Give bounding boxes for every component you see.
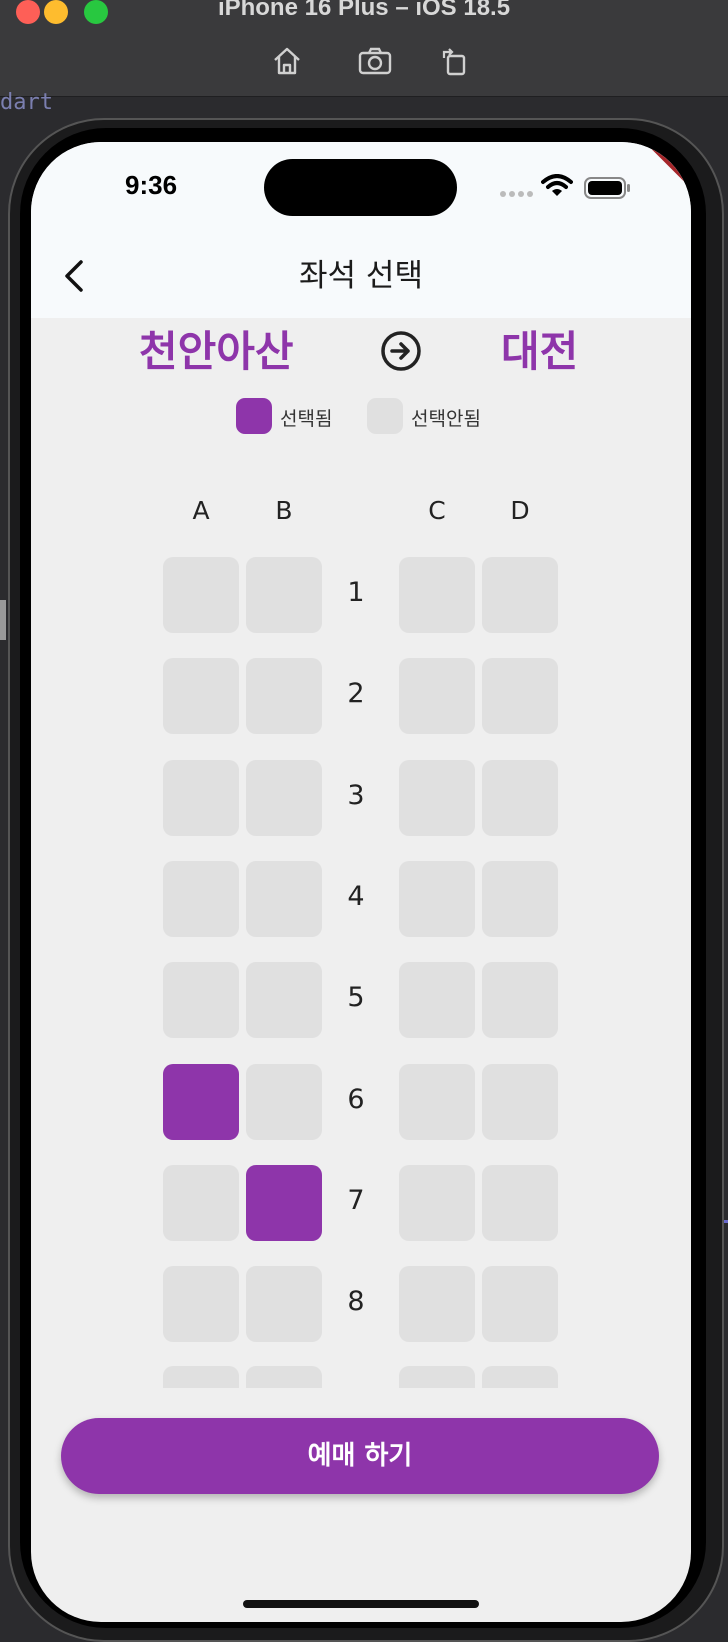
- seat-6d[interactable]: [482, 1063, 558, 1140]
- seat-8b[interactable]: [246, 1266, 322, 1343]
- row-number: 5: [347, 982, 365, 1014]
- seat-5b[interactable]: [246, 962, 322, 1039]
- status-time: 9:36: [125, 170, 178, 200]
- legend-unselected-swatch: [367, 398, 403, 434]
- seat-2d[interactable]: [482, 658, 558, 735]
- seat-7b[interactable]: [246, 1164, 322, 1241]
- seat-2a[interactable]: [163, 658, 239, 735]
- arrow-right-circle-icon: [381, 331, 421, 371]
- column-header-a: A: [192, 496, 210, 525]
- simulator-titlebar: iPhone 16 Plus – iOS 18.5: [0, 0, 728, 97]
- seat-6b[interactable]: [246, 1063, 322, 1140]
- route-header: 천안아산 대전: [31, 318, 691, 388]
- legend-selected-swatch: [236, 398, 272, 434]
- seat-5d[interactable]: [482, 962, 558, 1039]
- seat-5a[interactable]: [163, 962, 239, 1039]
- seat-5c[interactable]: [399, 962, 475, 1039]
- column-header-b: B: [275, 496, 293, 525]
- seat-1a[interactable]: [163, 557, 239, 633]
- row-number: 3: [347, 779, 365, 811]
- seat-6c[interactable]: [399, 1063, 475, 1140]
- arrival-station: 대전: [501, 327, 579, 376]
- seat-7d[interactable]: [482, 1164, 558, 1241]
- seat-8a[interactable]: [163, 1266, 239, 1343]
- editor-backdrop-text: dart: [0, 90, 53, 115]
- screenshot-icon[interactable]: [358, 46, 392, 76]
- row-number: 1: [347, 577, 365, 608]
- departure-station: 천안아산: [139, 327, 294, 376]
- seat-3b[interactable]: [246, 759, 322, 836]
- battery-icon: [584, 177, 630, 199]
- seat-3a[interactable]: [163, 759, 239, 836]
- legend-unselected-label: 선택안됨: [411, 408, 481, 430]
- app-bar: 9:36 DEBUG 좌석 선택: [31, 142, 691, 318]
- seat-7a[interactable]: [163, 1164, 239, 1241]
- cellular-signal-icon: [500, 191, 533, 197]
- row-number: 4: [347, 880, 365, 912]
- column-header-d: D: [510, 496, 530, 525]
- seat-7c[interactable]: [399, 1164, 475, 1241]
- wifi-icon: [541, 174, 573, 196]
- column-header-c: C: [428, 496, 446, 525]
- book-button[interactable]: 예매 하기: [61, 1418, 659, 1494]
- seat-legend: 선택됨 선택안됨: [31, 398, 691, 438]
- legend-selected-label: 선택됨: [280, 408, 333, 430]
- seat-1c[interactable]: [399, 557, 475, 633]
- seat-4d[interactable]: [482, 860, 558, 937]
- row-number: 6: [347, 1083, 365, 1115]
- dynamic-island: [264, 159, 457, 216]
- seat-3d[interactable]: [482, 759, 558, 836]
- seat-2c[interactable]: [399, 658, 475, 735]
- phone-screen: 9:36 DEBUG 좌석 선택 천안아산 대전 선택됨 선택안됨 A B C …: [31, 142, 691, 1622]
- row-number: 7: [347, 1184, 365, 1216]
- home-icon[interactable]: [272, 46, 302, 76]
- scroll-clip: [31, 1388, 691, 1418]
- home-indicator: [243, 1600, 479, 1608]
- seat-6a[interactable]: [163, 1063, 239, 1140]
- seat-4b[interactable]: [246, 860, 322, 937]
- debug-banner: DEBUG: [638, 142, 691, 222]
- backdrop-divider: [0, 600, 6, 640]
- seat-3c[interactable]: [399, 759, 475, 836]
- seat-1b[interactable]: [246, 557, 322, 633]
- page-title: 좌석 선택: [299, 258, 423, 294]
- seat-2b[interactable]: [246, 658, 322, 735]
- seat-8c[interactable]: [399, 1266, 475, 1343]
- seat-1d[interactable]: [482, 557, 558, 633]
- rotate-icon[interactable]: [440, 46, 470, 76]
- seat-4a[interactable]: [163, 860, 239, 937]
- row-number: 8: [347, 1286, 365, 1318]
- row-number: 2: [347, 678, 365, 710]
- simulator-title: iPhone 16 Plus – iOS 18.5: [217, 0, 511, 21]
- seat-4c[interactable]: [399, 860, 475, 937]
- seat-8d[interactable]: [482, 1266, 558, 1343]
